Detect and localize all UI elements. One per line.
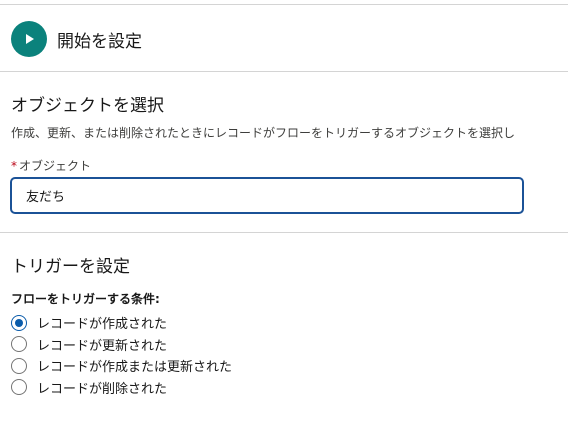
trigger-condition-label: フローをトリガーする条件:: [11, 292, 160, 306]
trigger-radio-group: レコードが作成された レコードが更新された レコードが作成または更新された レコ…: [11, 312, 232, 398]
radio-option-created-or-updated[interactable]: レコードが作成または更新された: [11, 355, 232, 377]
object-section-title: オブジェクトを選択: [11, 96, 164, 116]
radio-option-updated[interactable]: レコードが更新された: [11, 334, 232, 356]
object-section-description: 作成、更新、または削除されたときにレコードがフローをトリガーするオブジェクトを選…: [11, 126, 516, 140]
header-divider: [0, 71, 568, 72]
required-marker: *: [11, 159, 17, 173]
section-divider: [0, 232, 568, 233]
radio-label: レコードが削除された: [37, 381, 168, 397]
object-field-label-text: オブジェクト: [19, 159, 92, 173]
radio-label: レコードが作成された: [37, 317, 168, 333]
top-divider: [0, 4, 568, 5]
radio-label: レコードが作成または更新された: [37, 360, 233, 376]
radio-option-created[interactable]: レコードが作成された: [11, 312, 232, 334]
page-title: 開始を設定: [57, 31, 142, 52]
object-input[interactable]: [10, 177, 524, 214]
play-icon: [11, 21, 47, 57]
radio-selected-dot: [15, 318, 23, 327]
radio-option-deleted[interactable]: レコードが削除された: [11, 377, 232, 399]
trigger-section-title: トリガーを設定: [11, 257, 130, 277]
start-header: 開始を設定: [11, 20, 142, 58]
radio-button[interactable]: [11, 379, 27, 396]
radio-button[interactable]: [11, 357, 27, 374]
object-field-label: * オブジェクト: [11, 157, 91, 174]
radio-label: レコードが更新された: [37, 338, 168, 354]
radio-button-checked[interactable]: [11, 314, 27, 331]
radio-button[interactable]: [11, 336, 27, 353]
